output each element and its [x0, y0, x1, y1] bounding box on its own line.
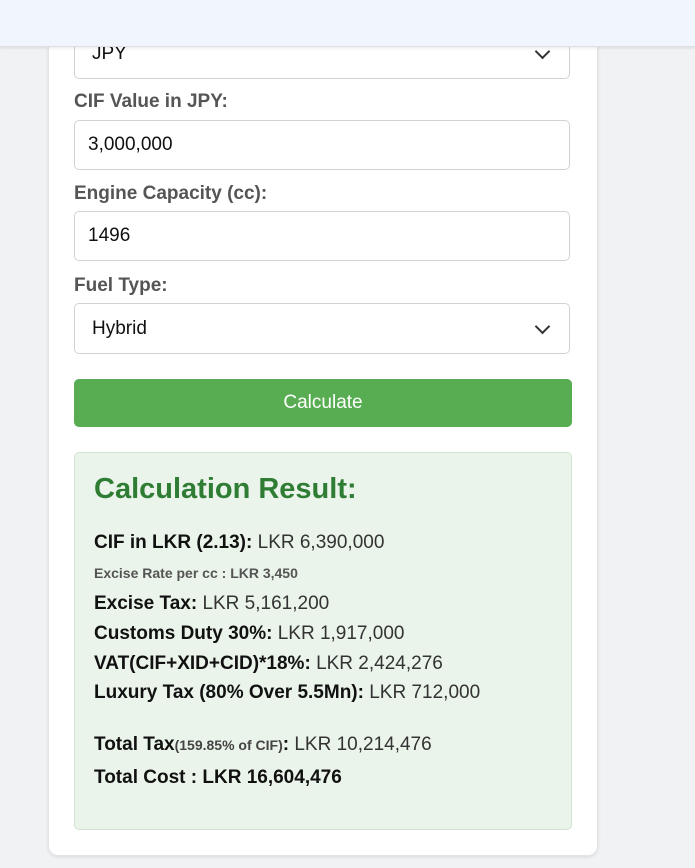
cif-input[interactable]: 3,000,000 — [74, 120, 570, 170]
total-cost-label: Total Cost : — [94, 767, 198, 788]
total-cost-value: LKR 16,604,476 — [202, 767, 342, 788]
excise-tax-value: LKR 5,161,200 — [202, 593, 330, 614]
luxury-tax-row: Luxury Tax (80% Over 5.5Mn): LKR 712,000 — [94, 682, 480, 704]
customs-duty-row: Customs Duty 30%: LKR 1,917,000 — [94, 623, 404, 645]
total-tax-label: Total Tax — [94, 734, 175, 755]
result-title: Calculation Result: — [94, 473, 357, 505]
excise-rate-value: LKR 3,450 — [230, 565, 298, 581]
vat-row: VAT(CIF+XID+CID)*18%: LKR 2,424,276 — [94, 653, 443, 675]
engine-input[interactable]: 1496 — [74, 211, 570, 261]
total-tax-row: Total Tax(159.85% of CIF): LKR 10,214,47… — [94, 734, 432, 755]
cif-lkr-value: LKR 6,390,000 — [257, 532, 385, 553]
fuel-select-value: Hybrid — [92, 317, 147, 339]
cif-input-value: 3,000,000 — [88, 134, 173, 155]
customs-duty-label: Customs Duty 30%: — [94, 623, 273, 644]
cif-label: CIF Value in JPY: — [74, 91, 228, 112]
cif-lkr-row: CIF in LKR (2.13): LKR 6,390,000 — [94, 532, 384, 554]
excise-tax-row: Excise Tax: LKR 5,161,200 — [94, 593, 329, 615]
browser-top-bar — [0, 0, 695, 47]
engine-input-value: 1496 — [88, 225, 131, 246]
calculate-button[interactable]: Calculate — [74, 379, 572, 427]
chevron-down-icon — [534, 318, 551, 334]
luxury-tax-label: Luxury Tax (80% Over 5.5Mn): — [94, 682, 364, 703]
excise-tax-label: Excise Tax: — [94, 593, 198, 614]
excise-rate-row: Excise Rate per cc : LKR 3,450 — [94, 565, 298, 581]
luxury-tax-value: LKR 712,000 — [369, 682, 481, 703]
total-tax-value: LKR 10,214,476 — [294, 734, 432, 755]
customs-duty-value: LKR 1,917,000 — [277, 623, 405, 644]
fuel-label: Fuel Type: — [74, 275, 168, 296]
total-cost-row: Total Cost : LKR 16,604,476 — [94, 767, 342, 789]
excise-rate-label: Excise Rate per cc : — [94, 565, 227, 581]
vat-value: LKR 2,424,276 — [316, 653, 443, 674]
result-panel: Calculation Result: CIF in LKR (2.13): L… — [74, 452, 572, 830]
cif-lkr-label: CIF in LKR (2.13): — [94, 532, 253, 553]
fuel-select[interactable]: Hybrid — [74, 303, 570, 354]
engine-label: Engine Capacity (cc): — [74, 183, 268, 204]
vat-label: VAT(CIF+XID+CID)*18%: — [94, 653, 311, 674]
total-tax-note: (159.85% of CIF) — [174, 737, 283, 753]
